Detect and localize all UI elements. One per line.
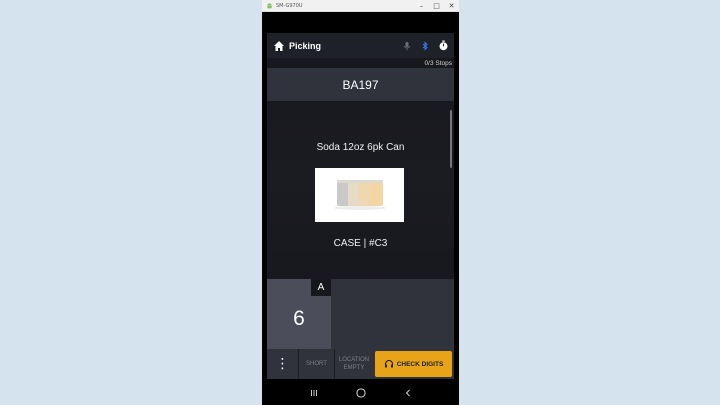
window-title: SM-G970U — [276, 2, 303, 9]
back-icon[interactable] — [401, 386, 415, 400]
home-nav-icon[interactable] — [354, 386, 368, 400]
short-button[interactable]: SHORT — [299, 349, 335, 379]
location-empty-button[interactable]: LOCATION EMPTY — [335, 349, 373, 379]
check-digits-button[interactable]: CHECK DIGITS — [375, 351, 452, 377]
product-image — [315, 168, 404, 222]
product-name: Soda 12oz 6pk Can — [316, 142, 405, 153]
pick-content: 0/3 Stops BA197 Soda 12oz 6pk Can CASE |… — [267, 58, 454, 349]
recents-icon[interactable] — [307, 386, 321, 400]
android-icon — [266, 2, 273, 9]
page-title: Picking — [289, 40, 322, 51]
status-bar — [262, 12, 459, 33]
android-nav-bar — [262, 380, 459, 405]
action-bar: ⋮ SHORT LOCATION EMPTY CHECK DIGITS — [267, 349, 454, 379]
check-digits-label: CHECK DIGITS — [396, 360, 444, 368]
app-bar: Picking — [267, 33, 454, 58]
stops-counter: 0/3 Stops — [424, 60, 452, 67]
timer-icon[interactable] — [436, 39, 450, 53]
more-menu-button[interactable]: ⋮ — [267, 349, 299, 379]
quantity-row: 6 A — [267, 279, 454, 349]
microphone-icon[interactable] — [400, 39, 414, 53]
unit-of-measure: CASE | #C3 — [333, 238, 388, 249]
bluetooth-icon[interactable] — [418, 39, 432, 53]
window-titlebar: SM-G970U – □ ✕ — [262, 0, 459, 12]
slot-badge: A — [311, 279, 331, 296]
location-code: BA197 — [267, 68, 454, 101]
scrollbar[interactable] — [450, 110, 452, 168]
home-icon[interactable] — [273, 39, 286, 52]
maximize-button[interactable]: □ — [429, 0, 444, 12]
headset-icon — [384, 359, 394, 369]
emulator-window: SM-G970U – □ ✕ Picking 0/3 Stops BA197 S… — [262, 0, 459, 405]
close-button[interactable]: ✕ — [444, 0, 459, 12]
minimize-button[interactable]: – — [414, 0, 429, 12]
